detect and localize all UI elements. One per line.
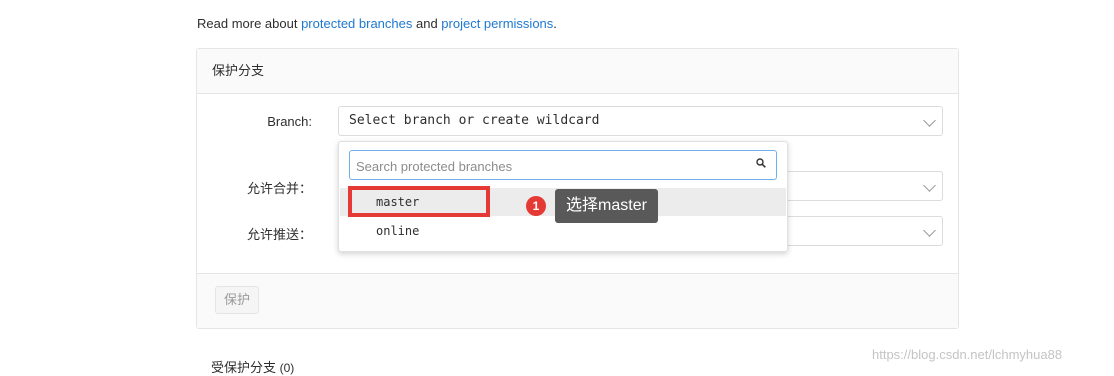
chevron-down-icon xyxy=(923,224,936,237)
branch-select[interactable]: Select branch or create wildcard xyxy=(338,106,943,136)
intro-suffix: . xyxy=(553,16,557,31)
search-icon xyxy=(756,158,766,168)
protect-button[interactable]: 保护 xyxy=(215,286,259,314)
panel-footer: 保护 xyxy=(197,273,958,328)
intro-prefix: Read more about xyxy=(197,16,302,31)
allowed-to-push-label: 允许推送： xyxy=(246,227,312,242)
watermark: https://blog.csdn.net/lchmyhua88 xyxy=(872,347,1063,362)
step-badge: 1 xyxy=(526,196,546,216)
intro-middle: and xyxy=(412,16,442,31)
search-field[interactable] xyxy=(349,150,777,181)
branch-label: Branch: xyxy=(267,114,312,129)
allowed-to-merge-label: 允许合并： xyxy=(246,181,312,196)
annotation-tooltip: 选择master xyxy=(555,189,658,223)
panel-title: 保护分支 xyxy=(197,49,958,94)
search-input[interactable] xyxy=(350,151,758,181)
protected-branches-heading: 受保护分支 (0) xyxy=(211,357,294,376)
branch-select-value: Select branch or create wildcard xyxy=(349,113,600,128)
project-permissions-link[interactable]: project permissions xyxy=(441,16,553,31)
chevron-down-icon xyxy=(923,179,936,192)
protected-branches-link[interactable]: protected branches xyxy=(301,16,412,31)
protected-branches-title: 受保护分支 xyxy=(211,360,277,375)
chevron-down-icon xyxy=(923,114,936,127)
intro-text: Read more about protected branches and p… xyxy=(197,16,557,31)
highlight-box xyxy=(348,186,490,217)
protected-branches-count: (0) xyxy=(279,361,295,375)
